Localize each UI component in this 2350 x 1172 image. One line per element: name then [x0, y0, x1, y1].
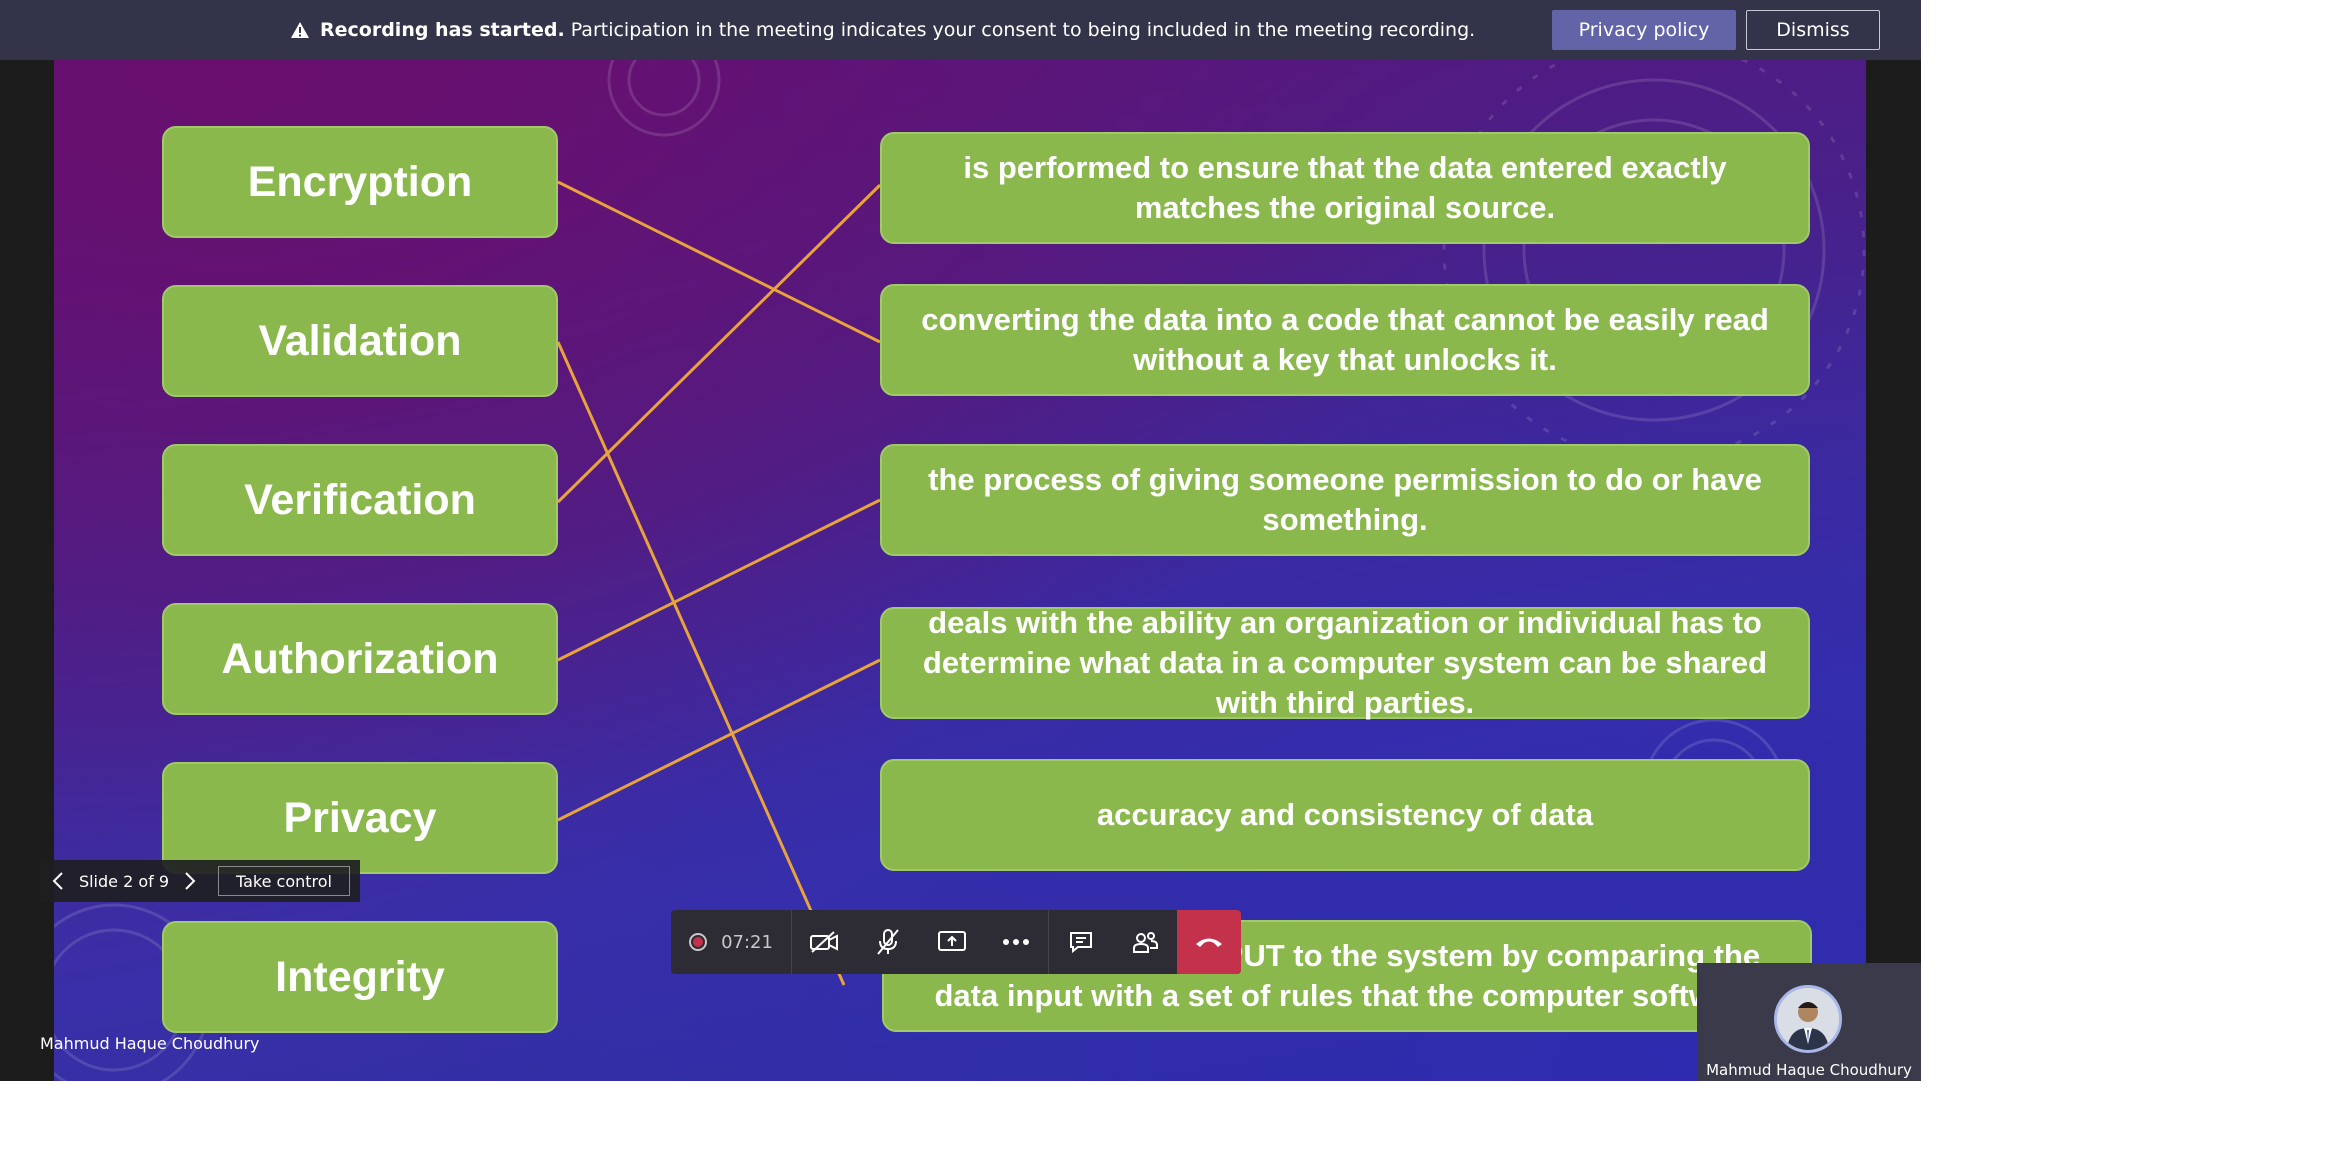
connector-privacy: [557, 658, 881, 822]
connector-encryption: [557, 180, 881, 344]
hang-up-icon: [1196, 938, 1222, 947]
term-verification: Verification: [162, 444, 558, 556]
connector-validation: [556, 341, 846, 986]
call-controls: 07:21: [671, 910, 1241, 974]
term-encryption: Encryption: [162, 126, 558, 238]
mic-off-icon: [877, 929, 899, 955]
take-control-button[interactable]: Take control: [218, 866, 350, 896]
recording-timer: 07:21: [671, 910, 792, 974]
camera-off-icon: [810, 931, 838, 953]
recording-banner: Recording has started. Participation in …: [0, 0, 1921, 60]
recording-message: Recording has started. Participation in …: [290, 0, 1475, 60]
term-integrity: Integrity: [162, 921, 558, 1033]
record-icon: [689, 933, 708, 951]
camera-button[interactable]: [792, 910, 856, 974]
leave-call-button[interactable]: [1177, 910, 1241, 974]
call-duration: 07:21: [721, 931, 773, 953]
definition-box: the process of giving someone permission…: [880, 444, 1810, 556]
participants-button[interactable]: [1113, 910, 1177, 974]
more-icon: [1003, 939, 1029, 945]
presenter-name: Mahmud Haque Choudhury: [40, 1034, 260, 1053]
dismiss-button[interactable]: Dismiss: [1746, 10, 1880, 50]
more-actions-button[interactable]: [984, 910, 1048, 974]
slide-navigation: Slide 2 of 9 Take control: [40, 860, 360, 902]
connector-verification: [556, 183, 882, 504]
share-button[interactable]: [920, 910, 984, 974]
avatar: [1774, 985, 1842, 1053]
definition-box: converting the data into a code that can…: [880, 284, 1810, 396]
participants-icon: [1133, 932, 1158, 953]
term-privacy: Privacy: [162, 762, 558, 874]
definition-box: is performed to ensure that the data ent…: [880, 132, 1810, 244]
definition-box: deals with the ability an organization o…: [880, 605, 1810, 720]
privacy-policy-button[interactable]: Privacy policy: [1552, 10, 1736, 50]
person-photo-icon: [1777, 988, 1839, 1050]
microphone-button[interactable]: [856, 910, 920, 974]
definition-box: accuracy and consistency of data: [880, 759, 1810, 871]
participant-name: Mahmud Haque Choudhury: [1706, 1061, 1912, 1079]
term-validation: Validation: [162, 285, 558, 397]
share-screen-icon: [938, 931, 966, 951]
chevron-left-icon: [52, 872, 63, 890]
next-slide-button[interactable]: [172, 860, 208, 902]
warning-icon: [291, 22, 309, 38]
chevron-right-icon: [185, 872, 196, 890]
chat-icon: [1070, 932, 1092, 954]
chat-button[interactable]: [1048, 910, 1113, 974]
recording-title: Recording has started.: [320, 19, 565, 41]
previous-slide-button[interactable]: [40, 860, 76, 902]
slide-counter: Slide 2 of 9: [78, 871, 170, 891]
participant-tile[interactable]: Mahmud Haque Choudhury: [1697, 963, 1921, 1081]
recording-consent-text: Participation in the meeting indicates y…: [570, 19, 1476, 41]
meeting-window: Recording has started. Participation in …: [0, 0, 1921, 1081]
connector-authorization: [557, 498, 881, 662]
term-authorization: Authorization: [162, 603, 558, 715]
